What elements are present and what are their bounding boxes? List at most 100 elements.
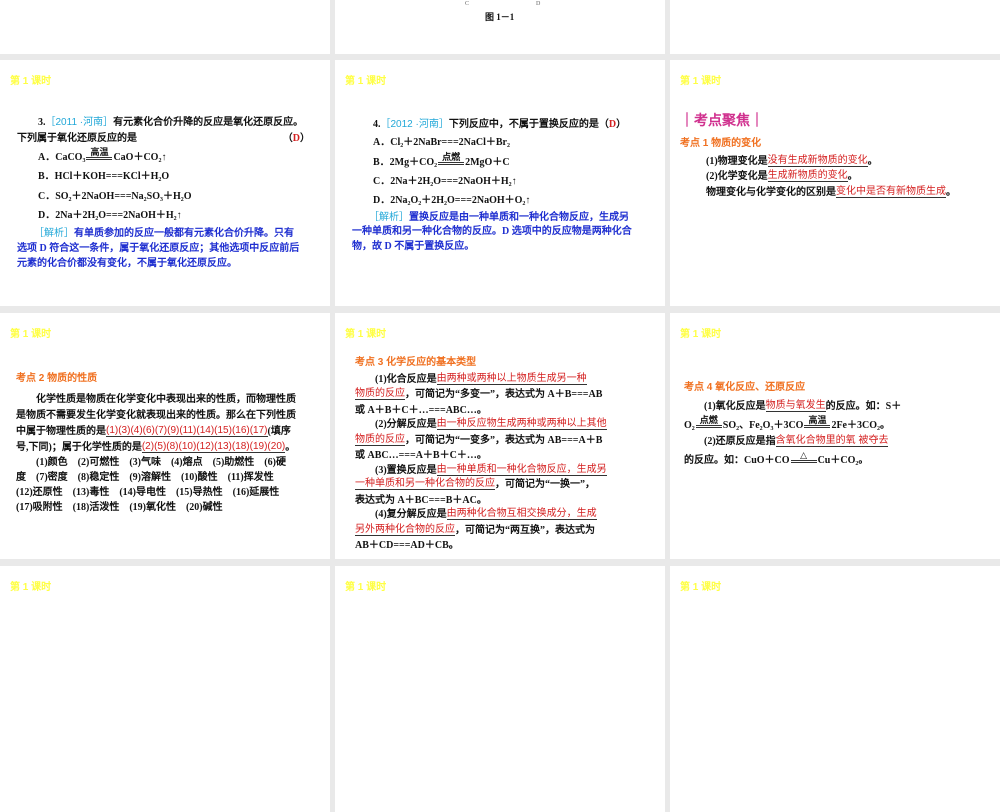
text: 或 A＋B＋C＋…===ABC…。 (355, 405, 487, 416)
text-line: 的反应。如：CuO＋CO △ Cu＋CO₂。 (684, 451, 869, 467)
text-line: 3. ［2011 ·河南］ 有元素化合价升降的反应是氧化还原反应。 (38, 113, 310, 128)
answer-blank[interactable]: 生成新物质的变化 (767, 170, 848, 182)
text: A．Cl₂＋2NaBr===2NaCl＋Br₂ (373, 137, 510, 148)
text: (3)置换反应是 (355, 465, 437, 476)
slide-thumbnail[interactable]: C D 图 1－1 (335, 0, 665, 54)
answer-blank[interactable]: (1)(3)(4)(6)(7)(9)(11)(14)(15)(16)(17) (106, 425, 268, 437)
text: (4)复分解反应是 (355, 509, 447, 520)
answer-blank[interactable]: 由两种或两种以上物质生成另一种 (436, 373, 587, 385)
equals-sign (790, 460, 817, 463)
text: 下列属于氧化还原反应的是 (17, 133, 137, 144)
answer-blank[interactable]: 物质的反应 (355, 434, 405, 446)
text: ） (300, 133, 310, 144)
text: 2Fe＋3CO₂。 (831, 420, 890, 431)
answer-letter: D (292, 133, 300, 144)
text: 或 ABC…===A＋B＋C＋…。 (355, 450, 487, 461)
text-line: 另外两种化合物的反应 ，可简记为“两互换”，表达式为 (355, 521, 595, 536)
reaction-condition: 高温 (86, 148, 113, 163)
text: B．2Mg＋CO₂ (373, 157, 438, 168)
text: 中属于物理性质的是 (16, 426, 106, 437)
answer-blank[interactable]: 含氧化合物里的氧 被夺去 (775, 435, 889, 447)
slide-thumbnail[interactable] (670, 0, 1000, 54)
text: （ (282, 133, 293, 144)
answer-blank[interactable]: (2)(5)(8)(10)(12)(13)(18)(19)(20) (141, 441, 286, 453)
lesson-label: 第 1 课时 (10, 76, 52, 87)
text-line: 或 A＋B＋C＋…===ABC…。 (355, 401, 487, 416)
answer-blank[interactable]: 没有生成新物质的变化 (767, 155, 868, 167)
key-point-title: 考点 1 物质的变化 (680, 138, 762, 149)
text-line: (12)还原性 (13)毒性 (14)导电性 (15)导热性 (16)延展性 (16, 483, 279, 498)
text-line: 表达式为 A＋BC===B＋AC。 (355, 491, 487, 506)
text: Cu＋CO₂。 (817, 455, 869, 466)
text: (12)还原性 (13)毒性 (14)导电性 (15)导热性 (16)延展性 (16, 487, 280, 498)
answer-blank[interactable]: 物质的反应 (355, 388, 405, 400)
reaction-condition: △ (790, 451, 817, 466)
text-line: ［解析］ 有单质参加的反应一般都有元素化合价升降。只有 (34, 224, 310, 239)
text-line: (1)化合反应是 由两种或两种以上物质生成另一种 (355, 370, 587, 385)
answer-blank[interactable]: 变化中是否有新物质生成 (836, 186, 946, 198)
text: 号,下同)；属于化学性质的是 (16, 442, 142, 453)
slide-thumbnail[interactable]: 第 1 课时 (0, 566, 330, 812)
figure-label-c: C (465, 1, 470, 7)
reaction-condition: 点燃 (695, 415, 722, 431)
text-line: 4. ［2012 ·河南］ 下列反应中，不属于置换反应的是（ D ） (373, 115, 626, 130)
text-line: (1)氧化反应是 物质与氧发生 的反应。如：S＋ (684, 397, 901, 412)
condition-text: 点燃 (699, 415, 718, 425)
text-line: 是物质不需要发生化学变化就表现出来的性质。那么在下列性质 (16, 406, 296, 421)
analysis-text: 选项 D 符合这一条件，属于氧化还原反应；其他选项中反应前后 (17, 243, 300, 254)
answer-blank[interactable]: 物质与氧发生 (765, 400, 826, 412)
answer-blank[interactable]: 由两种化合物互相交换成分，生成 (446, 508, 597, 520)
text-line: AB＋CD===AD＋CB。 (355, 536, 459, 551)
figure-label-d: D (536, 1, 541, 7)
text: AB＋CD===AD＋CB。 (355, 540, 459, 551)
text: ，可简记为“一变多”，表达式为 AB===A＋B (405, 435, 603, 446)
text-line: (17)吸附性 (18)活泼性 (19)氧化性 (20)碱性 (16, 498, 223, 513)
equals-sign (438, 162, 465, 165)
text: (2)还原反应是指 (684, 436, 776, 447)
text: C．SO₂＋2NaOH===Na₂SO₃＋H₂O (38, 191, 192, 202)
text: 。 (847, 171, 858, 182)
slide-key-point-2[interactable]: 第 1 课时 考点 2 物质的性质 化学性质是物质在化学变化中表现出来的性质，而物… (0, 313, 330, 559)
text: (填序 (267, 426, 291, 437)
text-line: O₂ 点燃 SO₂、Fe₂O₃＋3CO 高温 2Fe＋3CO₂。 (684, 415, 890, 432)
text-line: (1)物理变化是 没有生成新物质的变化 。 (706, 152, 878, 167)
answer-blank[interactable]: 由一种反应物生成两种或两种以上其他 (436, 418, 607, 430)
text: 。 (867, 156, 878, 167)
slide-question-4[interactable]: 第 1 课时 4. ［2012 ·河南］ 下列反应中，不属于置换反应的是（ D ） A… (335, 60, 665, 306)
text-line: D．2Na₂O₂＋2H₂O===2NaOH＋O₂↑ (373, 191, 530, 206)
slide-key-point-3[interactable]: 第 1 课时 考点 3 化学反应的基本类型 (1)化合反应是 由两种或两种以上物质… (335, 313, 665, 559)
text-line: 元素的化合价都没有变化，不属于氧化还原反应。 (17, 254, 310, 269)
answer-blank[interactable]: 一种单质和另一种化合物的反应 (355, 478, 495, 490)
text-line: (2)还原反应是指 含氧化合物里的氧 被夺去 (684, 432, 889, 447)
text: (2)化学变化是 (706, 171, 768, 182)
slide-question-3[interactable]: 第 1 课时 3. ［2011 ·河南］ 有元素化合价升降的反应是氧化还原反应。下列… (0, 60, 330, 306)
condition-text: 高温 (808, 415, 827, 425)
slide-thumbnail[interactable] (0, 0, 330, 54)
reaction-condition: 高温 (804, 415, 831, 431)
answer-blank[interactable]: 另外两种化合物的反应 (355, 524, 455, 536)
text: A．CaCO₃ (38, 152, 86, 163)
slide-thumbnail[interactable]: 第 1 课时 (335, 566, 665, 812)
text: 的反应。如：CuO＋CO (684, 455, 790, 466)
text: SO₂、Fe₂O₃＋3CO (722, 420, 804, 431)
text: B．HCl＋KOH===KCl＋H₂O (38, 171, 170, 182)
key-point-title: 考点 2 物质的性质 (16, 373, 98, 384)
text: 下列反应中，不属于置换反应的是（ (448, 119, 609, 130)
equals-sign (804, 425, 831, 428)
source-tag: ［2012 ·河南］ (380, 119, 449, 130)
text: 是物质不需要发生化学变化就表现出来的性质。那么在下列性质 (16, 410, 296, 421)
text-line: (1)颜色 (2)可燃性 (3)气味 (4)熔点 (5)助燃性 (6)硬 (16, 453, 286, 468)
text: (2)分解反应是 (355, 419, 437, 430)
text: (1)氧化反应是 (684, 401, 766, 412)
slide-key-point-1[interactable]: 第 1 课时 ｜考点聚焦｜ 考点 1 物质的变化 (1)物理变化是 没有生成新物质的变化… (670, 60, 1000, 306)
slide-key-point-4[interactable]: 第 1 课时 考点 4 氧化反应、还原反应 (1)氧化反应是 物质与氧发生 的反应… (670, 313, 1000, 559)
text-line: 考点 2 物质的性质 (16, 369, 97, 384)
text: 2MgO＋C (465, 157, 510, 168)
text: C．2Na＋2H₂O===2NaOH＋H₂↑ (373, 176, 517, 187)
analysis-text: 元素的化合价都没有变化，不属于氧化还原反应。 (17, 258, 237, 269)
answer-letter: D (608, 119, 617, 130)
text-line: 一种单质和另一种化合物的反应 ，可简记为“一换一”， (355, 475, 595, 490)
text-line: (4)复分解反应是 由两种化合物互相交换成分，生成 (355, 505, 597, 520)
text-line: C．2Na＋2H₂O===2NaOH＋H₂↑ (373, 172, 517, 187)
slide-thumbnail[interactable]: 第 1 课时 (670, 566, 1000, 812)
